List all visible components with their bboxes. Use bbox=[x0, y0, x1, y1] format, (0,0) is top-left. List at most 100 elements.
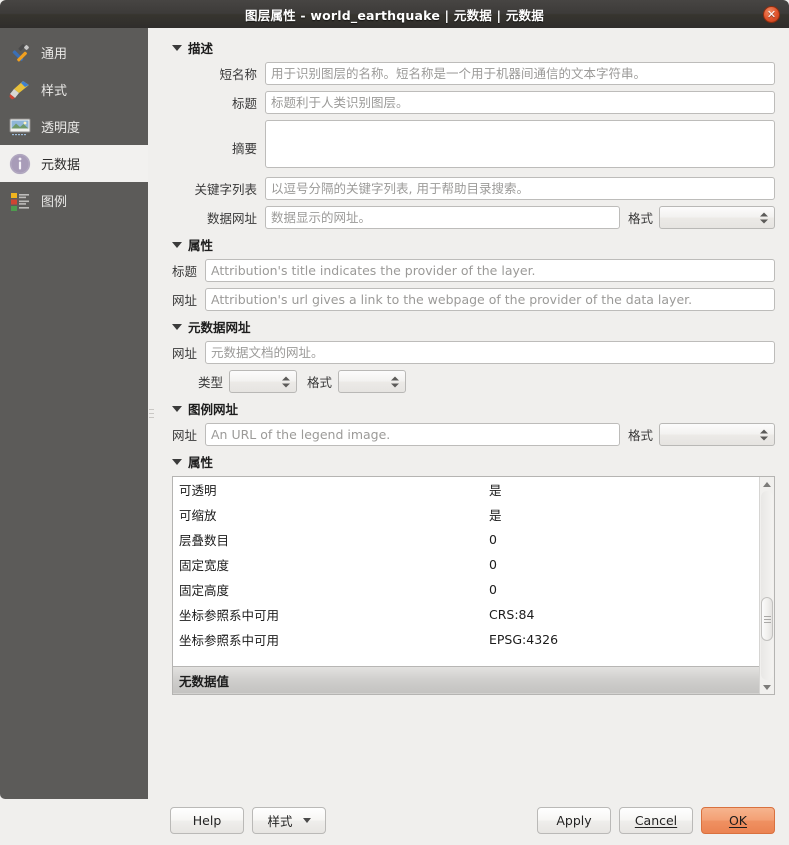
spinner-arrows-icon bbox=[282, 376, 291, 387]
metadata-format-label: 格式 bbox=[307, 375, 333, 390]
row-title: 标题 bbox=[164, 91, 775, 114]
cancel-button[interactable]: Cancel bbox=[619, 806, 693, 834]
sidebar-item-style[interactable]: 样式 bbox=[0, 71, 148, 108]
keywords-input[interactable] bbox=[265, 177, 775, 200]
metadata-url-label: 网址 bbox=[171, 346, 197, 361]
short-name-input[interactable] bbox=[265, 62, 775, 85]
table-row[interactable]: 坐标参照系中可用 CRS:84 bbox=[173, 602, 759, 627]
scroll-down-icon[interactable] bbox=[760, 680, 774, 694]
table-row[interactable]: 可透明 是 bbox=[173, 477, 759, 502]
property-value: CRS:84 bbox=[489, 607, 535, 622]
paintbrush-icon bbox=[8, 78, 32, 102]
description-title-label: 标题 bbox=[231, 96, 257, 111]
property-key: 可缩放 bbox=[179, 508, 217, 523]
chevron-down-icon bbox=[172, 241, 182, 248]
group-header-attribution[interactable]: 属性 bbox=[172, 235, 775, 254]
panel-splitter[interactable] bbox=[148, 28, 155, 799]
sidebar-item-legend[interactable]: 图例 bbox=[0, 182, 148, 219]
sidebar-item-label: 样式 bbox=[41, 84, 68, 99]
properties-table-scrollarea: 可透明 是 可缩放 是 层叠数目 0 固定宽度 0 固定高度 0 坐标参照系中可… bbox=[173, 477, 759, 694]
metadata-type-label: 类型 bbox=[198, 375, 224, 390]
sidebar-item-general[interactable]: 通用 bbox=[0, 34, 148, 71]
legend-url-label: 网址 bbox=[171, 428, 197, 443]
close-icon[interactable]: ✕ bbox=[763, 6, 780, 23]
group-header-legend-url[interactable]: 图例网址 bbox=[172, 399, 775, 418]
style-menu-button[interactable]: 样式 bbox=[252, 806, 326, 834]
info-circle-icon bbox=[8, 152, 32, 176]
help-button[interactable]: Help bbox=[170, 806, 244, 834]
row-legend-url: 网址 格式 bbox=[164, 423, 775, 446]
legend-format-label: 格式 bbox=[627, 428, 653, 443]
row-abstract: 摘要 bbox=[164, 120, 775, 171]
scrollbar-thumb[interactable] bbox=[761, 597, 773, 641]
table-section-row[interactable]: 无数据值 bbox=[173, 665, 759, 694]
table-row[interactable]: 固定高度 0 bbox=[173, 577, 759, 602]
description-title-input[interactable] bbox=[265, 91, 775, 114]
metadata-format-combobox[interactable] bbox=[338, 370, 407, 393]
chevron-down-icon bbox=[172, 405, 182, 412]
group-header-properties[interactable]: 属性 bbox=[172, 452, 775, 471]
property-key: 固定宽度 bbox=[179, 558, 230, 573]
chevron-down-icon bbox=[172, 44, 182, 51]
dataurl-input[interactable] bbox=[265, 206, 620, 229]
attribution-title-label: 标题 bbox=[171, 264, 197, 279]
section-row-label: 无数据值 bbox=[173, 665, 759, 694]
row-short-name: 短名称 bbox=[164, 62, 775, 85]
sidebar-item-label: 元数据 bbox=[41, 158, 81, 173]
image-icon bbox=[8, 115, 32, 139]
group-title: 元数据网址 bbox=[188, 320, 251, 335]
attribution-url-input[interactable] bbox=[205, 288, 775, 311]
group-title: 图例网址 bbox=[188, 402, 239, 417]
table-row[interactable]: 坐标参照系中可用 EPSG:4326 bbox=[173, 627, 759, 652]
abstract-textarea[interactable] bbox=[265, 120, 775, 168]
table-row[interactable]: 可缩放 是 bbox=[173, 502, 759, 527]
dataurl-format-combobox[interactable] bbox=[659, 206, 775, 229]
property-value: 0 bbox=[489, 532, 497, 547]
group-header-description[interactable]: 描述 bbox=[172, 38, 775, 57]
legend-icon bbox=[8, 189, 32, 213]
properties-table-scrollbar[interactable] bbox=[759, 477, 774, 694]
apply-button[interactable]: Apply bbox=[537, 806, 611, 834]
spinner-arrows-icon bbox=[391, 376, 400, 387]
ok-button[interactable]: OK bbox=[701, 806, 775, 834]
legend-format-combobox[interactable] bbox=[659, 423, 775, 446]
row-dataurl: 数据网址 格式 bbox=[164, 206, 775, 229]
scrollbar-track[interactable] bbox=[761, 491, 773, 680]
attribution-title-input[interactable] bbox=[205, 259, 775, 282]
abstract-label: 摘要 bbox=[231, 141, 257, 156]
sidebar-item-label: 透明度 bbox=[41, 121, 81, 136]
group-title: 属性 bbox=[188, 238, 214, 253]
property-value: EPSG:4326 bbox=[489, 632, 559, 647]
property-key: 层叠数目 bbox=[179, 533, 230, 548]
property-key: 固定高度 bbox=[179, 583, 230, 598]
sidebar-item-transparency[interactable]: 透明度 bbox=[0, 108, 148, 145]
table-row[interactable]: 层叠数目 0 bbox=[173, 527, 759, 552]
legend-url-input[interactable] bbox=[205, 423, 620, 446]
dialog-button-bar: Help 样式 Apply Cancel OK bbox=[0, 799, 789, 845]
window-titlebar: 图层属性 - world_earthquake | 元数据 | 元数据 ✕ bbox=[0, 0, 789, 28]
properties-table: 可透明 是 可缩放 是 层叠数目 0 固定宽度 0 固定高度 0 坐标参照系中可… bbox=[173, 477, 759, 694]
splitter-grip bbox=[149, 406, 154, 421]
thumb-grip bbox=[763, 614, 771, 625]
table-spacer-row bbox=[173, 652, 759, 666]
property-key: 坐标参照系中可用 bbox=[179, 608, 280, 623]
group-title: 描述 bbox=[188, 41, 214, 56]
property-value: 0 bbox=[489, 582, 497, 597]
style-button-label: 样式 bbox=[267, 813, 293, 829]
row-keywords: 关键字列表 bbox=[164, 177, 775, 200]
chevron-down-icon bbox=[302, 817, 311, 823]
apply-button-label: Apply bbox=[556, 812, 592, 828]
sidebar: 通用 样式 透明度 元数据 图例 bbox=[0, 28, 148, 799]
sidebar-item-metadata[interactable]: 元数据 bbox=[0, 145, 148, 182]
row-attribution-url: 网址 bbox=[164, 288, 775, 311]
metadata-url-input[interactable] bbox=[205, 341, 775, 364]
metadata-type-combobox[interactable] bbox=[229, 370, 298, 393]
scroll-up-icon[interactable] bbox=[760, 477, 774, 491]
window-title: 图层属性 - world_earthquake | 元数据 | 元数据 bbox=[245, 7, 544, 23]
attribution-url-label: 网址 bbox=[171, 293, 197, 308]
property-key: 坐标参照系中可用 bbox=[179, 633, 280, 648]
layer-properties-dialog: 图层属性 - world_earthquake | 元数据 | 元数据 ✕ 通用 bbox=[0, 0, 789, 845]
keywords-label: 关键字列表 bbox=[194, 182, 257, 197]
group-header-metadata-url[interactable]: 元数据网址 bbox=[172, 317, 775, 336]
table-row[interactable]: 固定宽度 0 bbox=[173, 552, 759, 577]
